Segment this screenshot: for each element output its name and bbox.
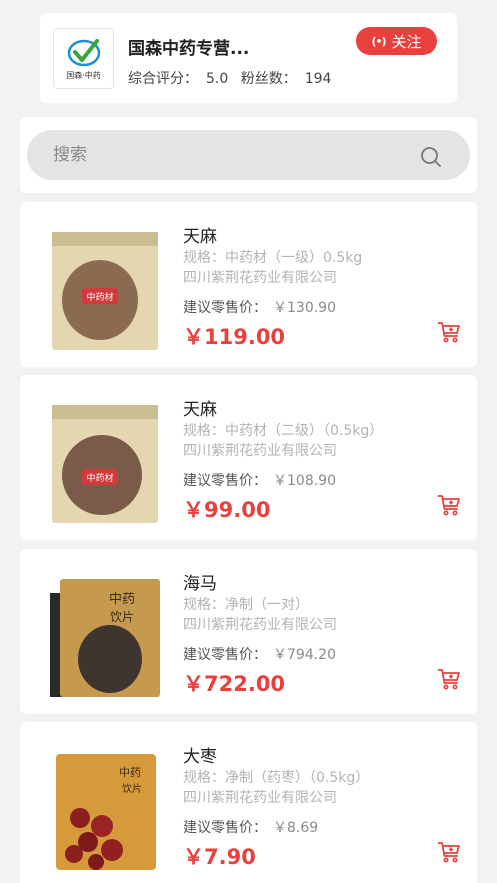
product-retail: 建议零售价： ￥8.69 [183, 817, 318, 837]
product-company: 四川紫荆花药业有限公司 [183, 790, 337, 806]
store-logo: 国森·中药 [53, 28, 114, 89]
svg-text:中药材: 中药材 [86, 472, 113, 484]
retail-label: 建议零售价： [183, 473, 267, 489]
product-image[interactable]: 中药材 [50, 403, 160, 525]
product-price: ￥7.90 [183, 845, 256, 869]
svg-text:饮片: 饮片 [122, 782, 142, 795]
product-image[interactable]: 中药 饮片 [44, 577, 160, 699]
broadcast-icon: (•) [371, 34, 386, 48]
product-company: 四川紫荆花药业有限公司 [183, 617, 337, 633]
product-name[interactable]: 天麻 [183, 395, 217, 420]
follow-button[interactable]: (•) 关注 [356, 27, 437, 55]
retail-price: ￥794.20 [273, 647, 336, 663]
fans-value: 194 [304, 71, 332, 87]
add-to-cart-icon[interactable] [437, 840, 461, 864]
svg-text:中药材: 中药材 [86, 291, 113, 303]
product-spec: 规格：中药材（一级）0.5kg [183, 250, 363, 266]
search-card [20, 117, 477, 193]
product-company: 四川紫荆花药业有限公司 [183, 270, 337, 286]
retail-label: 建议零售价： [183, 647, 267, 663]
retail-label: 建议零售价： [183, 820, 267, 836]
product-spec: 规格：净制（药枣）（0.5kg） [183, 770, 370, 786]
product-package-icon: 中药 饮片 [44, 579, 160, 697]
product-price: ￥119.00 [183, 325, 286, 349]
product-name[interactable]: 天麻 [183, 222, 217, 247]
store-page: 国森·中药 国森中药专营... 综合评分： 5.0 粉丝数： 194 (•) 关注 … [0, 0, 497, 883]
product-card[interactable]: 中药 饮片 海马 规格：净制（一对） 四川紫荆花药业有限公司 建议零售价： ￥79… [20, 549, 477, 714]
product-name[interactable]: 海马 [183, 569, 217, 594]
add-to-cart-icon[interactable] [437, 320, 461, 344]
follow-label: 关注 [391, 32, 422, 51]
product-card[interactable]: 中药材 天麻 规格：中药材（二级）（0.5kg） 四川紫荆花药业有限公司 建议零… [20, 375, 477, 540]
product-image[interactable]: 中药 饮片 [50, 750, 160, 872]
product-name[interactable]: 大枣 [183, 742, 217, 767]
svg-text:中药: 中药 [119, 766, 141, 779]
product-package-icon: 中药材 [52, 232, 158, 350]
store-header-card: 国森·中药 国森中药专营... 综合评分： 5.0 粉丝数： 194 (•) 关注 [40, 13, 457, 103]
rating-value: 5.0 [206, 71, 229, 87]
product-image[interactable]: 中药材 [50, 230, 160, 352]
product-package-icon: 中药 饮片 [56, 754, 156, 870]
retail-label: 建议零售价： [183, 300, 267, 316]
checkmark-logo-icon [67, 38, 100, 66]
retail-price: ￥108.90 [273, 473, 336, 489]
retail-price: ￥8.69 [273, 820, 319, 836]
store-name: 国森中药专营... [128, 39, 250, 59]
retail-price: ￥130.90 [273, 300, 336, 316]
product-price: ￥99.00 [183, 498, 271, 522]
search-icon[interactable] [420, 146, 442, 168]
rating: 综合评分： 5.0 [128, 71, 228, 87]
add-to-cart-icon[interactable] [437, 493, 461, 517]
product-spec: 规格：净制（一对） [183, 597, 309, 613]
product-retail: 建议零售价： ￥108.90 [183, 470, 336, 490]
search-input[interactable] [27, 130, 470, 180]
product-card[interactable]: 中药 饮片 大枣 规格：净制（药枣）（0.5kg） 四川紫荆花药业有限公司 建议… [20, 722, 477, 883]
product-spec: 规格：中药材（二级）（0.5kg） [183, 423, 384, 439]
svg-text:饮片: 饮片 [110, 610, 134, 624]
store-stats: 综合评分： 5.0 粉丝数： 194 [128, 68, 331, 88]
product-company: 四川紫荆花药业有限公司 [183, 443, 337, 459]
rating-label: 综合评分： [128, 71, 198, 87]
store-logo-text: 国森·中药 [66, 70, 101, 80]
add-to-cart-icon[interactable] [437, 667, 461, 691]
svg-text:中药: 中药 [109, 592, 135, 607]
product-price: ￥722.00 [183, 672, 286, 696]
product-retail: 建议零售价： ￥794.20 [183, 644, 336, 664]
product-card[interactable]: 中药材 天麻 规格：中药材（一级）0.5kg 四川紫荆花药业有限公司 建议零售价… [20, 202, 477, 367]
product-package-icon: 中药材 [52, 405, 158, 523]
fans: 粉丝数： 194 [241, 71, 332, 87]
product-retail: 建议零售价： ￥130.90 [183, 297, 336, 317]
fans-label: 粉丝数： [240, 71, 297, 87]
